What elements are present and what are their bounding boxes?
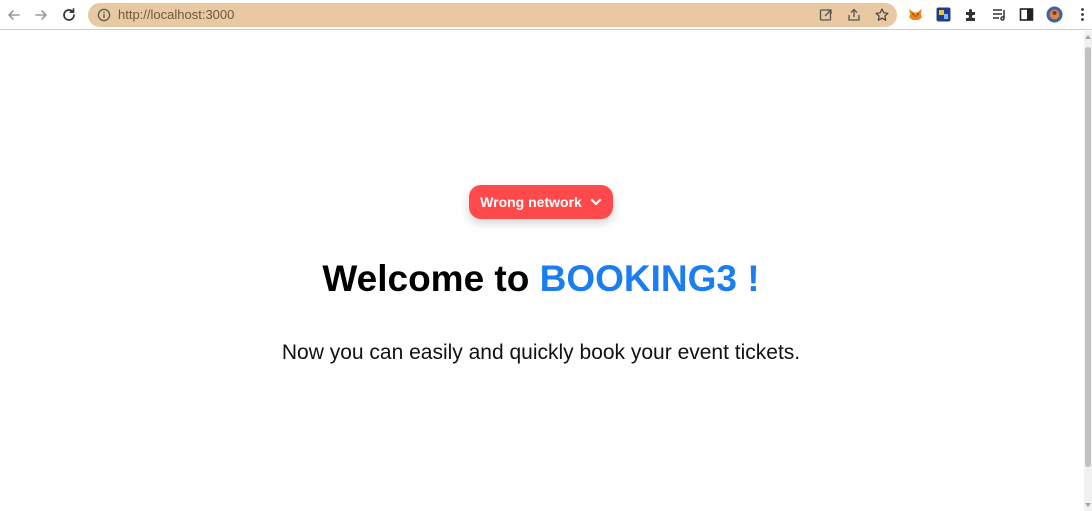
open-in-app-button[interactable]: [818, 7, 834, 23]
scroll-up-arrow-icon[interactable]: [1085, 34, 1091, 40]
arrow-left-icon: [8, 10, 20, 20]
profile-avatar-icon: [1046, 6, 1063, 23]
wrong-network-label: Wrong network: [480, 194, 582, 210]
wrong-network-button[interactable]: Wrong network: [469, 185, 613, 219]
chevron-down-icon: [590, 198, 601, 206]
back-button[interactable]: [3, 4, 25, 26]
metamask-fox-icon: [909, 9, 922, 20]
extensions-menu-button[interactable]: [963, 6, 980, 23]
brand-name: BOOKING3 !: [539, 258, 760, 299]
reload-icon: [63, 8, 75, 21]
scrollbar-thumb[interactable]: [1085, 47, 1091, 467]
side-panel-icon: [1019, 8, 1034, 21]
url-text[interactable]: http://localhost:3000: [118, 8, 234, 22]
forward-button[interactable]: [30, 4, 52, 26]
browser-menu-button[interactable]: [1074, 6, 1091, 23]
page-title: Welcome to BOOKING3 !: [0, 258, 1082, 300]
reading-list-button[interactable]: [991, 6, 1008, 23]
page-subtitle: Now you can easily and quickly book your…: [281, 341, 801, 364]
arrow-right-icon: [35, 10, 47, 20]
browser-toolbar: http://localhost:3000: [0, 0, 1092, 30]
bookmark-button[interactable]: [874, 7, 890, 23]
scroll-down-arrow-icon[interactable]: [1085, 502, 1091, 508]
puzzle-icon: [966, 9, 975, 21]
extension-tile[interactable]: [935, 6, 952, 23]
info-icon[interactable]: [97, 8, 111, 22]
profile-avatar[interactable]: [1046, 6, 1063, 23]
reload-button[interactable]: [58, 4, 80, 26]
share-button[interactable]: [846, 7, 862, 23]
side-panel-button[interactable]: [1018, 6, 1035, 23]
share-icon: [848, 8, 860, 21]
star-icon: [875, 8, 889, 21]
title-prefix: Welcome to: [322, 258, 530, 299]
reading-list-icon: [993, 9, 1005, 21]
metamask-extension[interactable]: [907, 6, 924, 23]
extension-tile-icon: [936, 7, 951, 22]
address-bar[interactable]: http://localhost:3000: [88, 3, 897, 27]
kebab-menu-icon: [1081, 8, 1084, 21]
open-external-icon: [819, 9, 832, 21]
